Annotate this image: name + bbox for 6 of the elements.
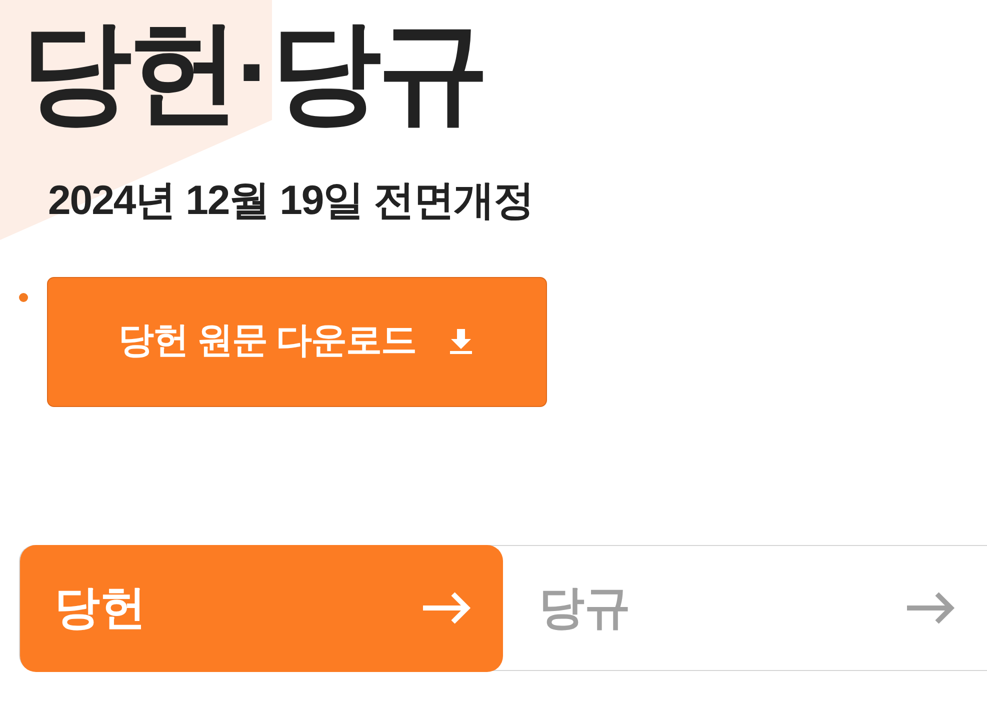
tab[interactable]: 당규 [502,546,987,670]
bullet-dot [19,293,28,302]
revision-date: 2024년 12월 19일 전면개정 [48,176,534,225]
download-button[interactable]: 당헌 원문 다운로드 [47,277,547,407]
page-title: 당헌·당규 [20,8,486,136]
tab[interactable]: 당헌 [20,544,502,672]
